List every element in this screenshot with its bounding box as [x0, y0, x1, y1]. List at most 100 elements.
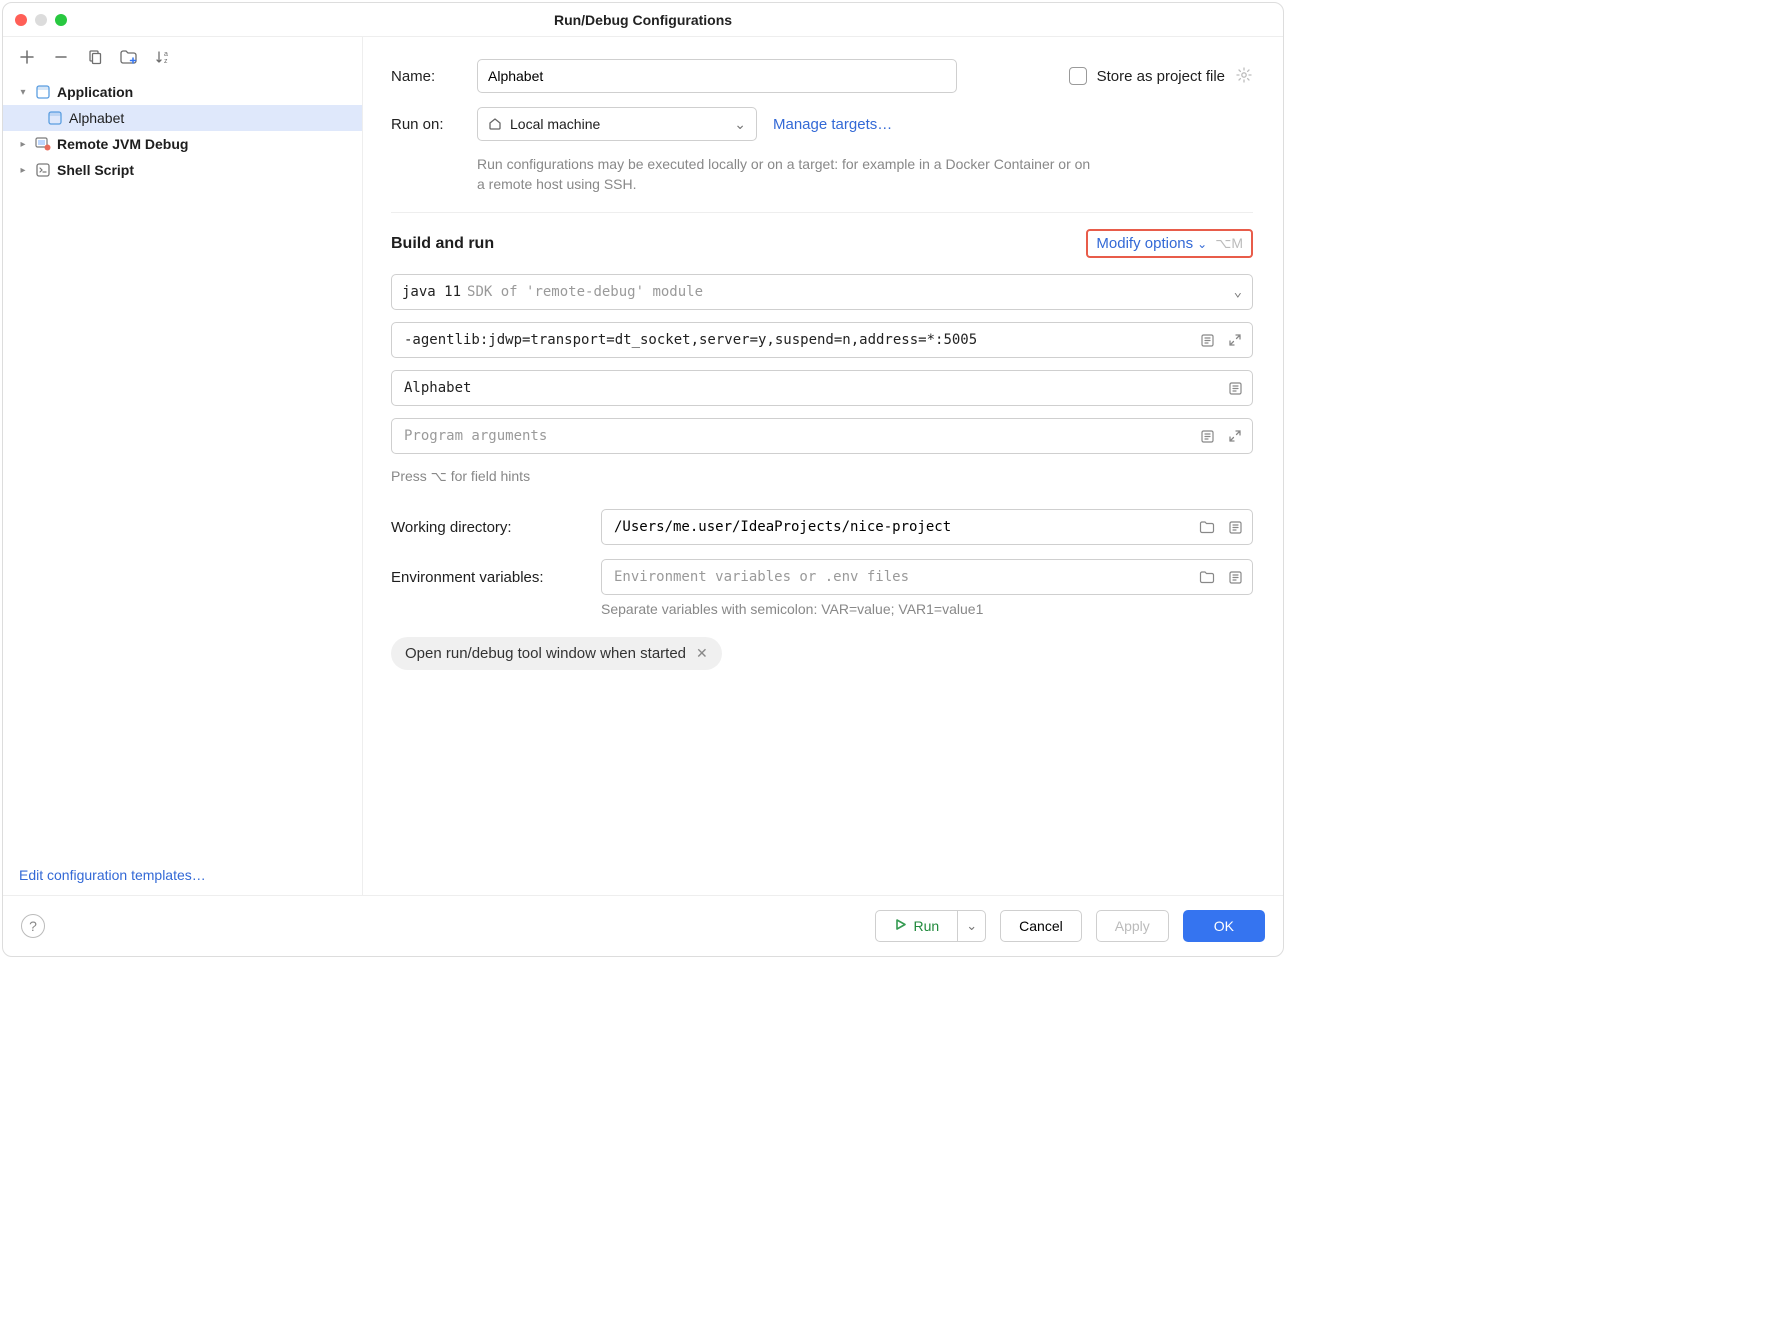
separator: [391, 212, 1253, 213]
expand-icon[interactable]: [1225, 426, 1245, 446]
store-project-file-checkbox[interactable]: [1069, 67, 1087, 85]
vm-options-field: [391, 322, 1253, 358]
main-class-input[interactable]: [391, 370, 1253, 406]
cancel-label: Cancel: [1019, 918, 1063, 934]
modify-options-shortcut: ⌥M: [1215, 235, 1243, 252]
store-project-file-wrap: Store as project file: [1069, 66, 1253, 87]
sidebar: az ▾ Application Alphabet ▸ Remote JVM D…: [3, 37, 363, 895]
sdk-value: java 11: [402, 284, 461, 300]
working-dir-label: Working directory:: [391, 519, 581, 536]
working-dir-input[interactable]: [601, 509, 1253, 545]
cancel-button[interactable]: Cancel: [1000, 910, 1082, 942]
run-on-value: Local machine: [510, 116, 600, 132]
chip-label: Open run/debug tool window when started: [405, 645, 686, 662]
chevron-down-icon: ⌄: [734, 116, 746, 133]
name-input[interactable]: [477, 59, 957, 93]
working-dir-row: Working directory:: [391, 509, 1253, 545]
name-row: Name: Store as project file: [391, 59, 1253, 93]
svg-text:a: a: [164, 51, 168, 58]
tree-item-remote-jvm-debug[interactable]: ▸ Remote JVM Debug: [3, 131, 362, 157]
run-button[interactable]: Run: [875, 910, 958, 942]
run-label: Run: [913, 918, 939, 934]
modify-options-highlight: Modify options ⌄ ⌥M: [1086, 229, 1253, 258]
field-hints-text: Press ⌥ for field hints: [391, 468, 1253, 485]
folder-browse-icon[interactable]: [1197, 517, 1217, 537]
tree-label: Application: [57, 84, 133, 100]
shell-icon: [35, 162, 51, 178]
env-vars-row: Environment variables:: [391, 559, 1253, 595]
run-split-button: Run ⌄: [875, 910, 986, 942]
build-run-title: Build and run: [391, 235, 494, 253]
manage-targets-link[interactable]: Manage targets…: [773, 116, 892, 133]
vm-options-input[interactable]: [391, 322, 1253, 358]
main-class-field: [391, 370, 1253, 406]
run-on-label: Run on:: [391, 116, 461, 133]
application-icon: [47, 110, 63, 126]
run-on-info-text: Run configurations may be executed local…: [477, 155, 1097, 194]
history-icon[interactable]: [1225, 567, 1245, 587]
sidebar-footer: Edit configuration templates…: [3, 855, 362, 895]
build-run-section-header: Build and run Modify options ⌄ ⌥M: [391, 229, 1253, 258]
tree-label: Alphabet: [69, 110, 124, 126]
tree-item-shell-script[interactable]: ▸ Shell Script: [3, 157, 362, 183]
name-label: Name:: [391, 68, 461, 85]
history-icon[interactable]: [1197, 330, 1217, 350]
program-args-field: [391, 418, 1253, 454]
chevron-right-icon: ▸: [17, 165, 29, 176]
modify-options-label: Modify options: [1096, 235, 1193, 252]
ok-button[interactable]: OK: [1183, 910, 1265, 942]
application-icon: [35, 84, 51, 100]
apply-button[interactable]: Apply: [1096, 910, 1169, 942]
env-vars-input[interactable]: [601, 559, 1253, 595]
sdk-module-hint: SDK of 'remote-debug' module: [467, 284, 703, 300]
home-icon: [488, 116, 502, 133]
store-project-file-label: Store as project file: [1097, 68, 1225, 85]
copy-config-button[interactable]: [85, 47, 105, 67]
env-vars-label: Environment variables:: [391, 569, 581, 586]
program-args-input[interactable]: [391, 418, 1253, 454]
remove-config-button[interactable]: [51, 47, 71, 67]
chevron-down-icon: ⌄: [1197, 237, 1207, 251]
window-title: Run/Debug Configurations: [3, 12, 1283, 28]
tree-item-alphabet[interactable]: Alphabet: [3, 105, 362, 131]
ok-label: OK: [1214, 918, 1234, 934]
svg-text:z: z: [164, 58, 168, 65]
history-icon[interactable]: [1197, 426, 1217, 446]
gear-icon[interactable]: [1235, 66, 1253, 87]
expand-icon[interactable]: [1225, 330, 1245, 350]
tree-label: Remote JVM Debug: [57, 136, 188, 152]
sdk-dropdown[interactable]: java 11 SDK of 'remote-debug' module ⌄: [391, 274, 1253, 310]
modify-options-link[interactable]: Modify options ⌄: [1096, 235, 1207, 252]
chevron-down-icon: ⌄: [1234, 284, 1242, 300]
chevron-down-icon: ⌄: [966, 918, 977, 934]
tree-label: Shell Script: [57, 162, 134, 178]
run-dropdown-button[interactable]: ⌄: [958, 910, 986, 942]
play-icon: [894, 918, 907, 934]
dialog-footer: ? Run ⌄ Cancel Apply OK: [3, 895, 1283, 956]
chevron-right-icon: ▸: [17, 139, 29, 150]
sidebar-toolbar: az: [3, 37, 362, 75]
option-chip-open-tool-window[interactable]: Open run/debug tool window when started …: [391, 637, 722, 670]
history-icon[interactable]: [1225, 517, 1245, 537]
chevron-down-icon: ▾: [17, 87, 29, 98]
add-config-button[interactable]: [17, 47, 37, 67]
history-icon[interactable]: [1225, 378, 1245, 398]
remote-debug-icon: [35, 136, 51, 152]
save-template-button[interactable]: [119, 47, 139, 67]
apply-label: Apply: [1115, 918, 1150, 934]
env-vars-hint: Separate variables with semicolon: VAR=v…: [601, 601, 1253, 617]
sort-alpha-button[interactable]: az: [153, 47, 173, 67]
sdk-field: java 11 SDK of 'remote-debug' module ⌄: [391, 274, 1253, 310]
folder-browse-icon[interactable]: [1197, 567, 1217, 587]
dialog-window: Run/Debug Configurations az ▾ Applicatio…: [2, 2, 1284, 957]
tree-item-application[interactable]: ▾ Application: [3, 79, 362, 105]
run-on-dropdown[interactable]: Local machine ⌄: [477, 107, 757, 141]
titlebar: Run/Debug Configurations: [3, 3, 1283, 37]
edit-templates-link[interactable]: Edit configuration templates…: [19, 867, 206, 883]
config-tree: ▾ Application Alphabet ▸ Remote JVM Debu…: [3, 75, 362, 855]
main-panel: Name: Store as project file Run on: Loca…: [363, 37, 1283, 895]
help-button[interactable]: ?: [21, 914, 45, 938]
content-area: az ▾ Application Alphabet ▸ Remote JVM D…: [3, 37, 1283, 895]
close-icon[interactable]: ✕: [696, 645, 708, 662]
run-on-row: Run on: Local machine ⌄ Manage targets…: [391, 107, 1253, 141]
